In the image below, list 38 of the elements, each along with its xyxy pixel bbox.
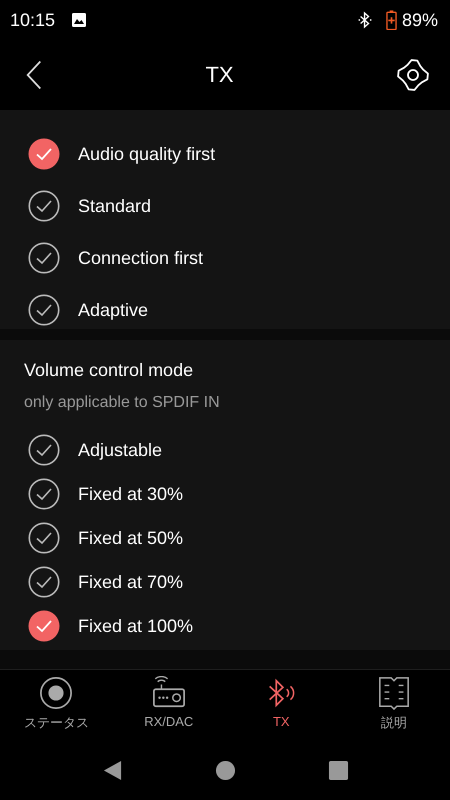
section-subtitle: only applicable to SPDIF IN bbox=[24, 394, 221, 412]
clock-time: 10:15 bbox=[10, 10, 56, 30]
check-circle-icon[interactable] bbox=[28, 566, 60, 598]
nav-tab[interactable]: RX/DAC bbox=[112, 670, 225, 740]
screen-title: TX bbox=[205, 62, 234, 88]
nav-tab[interactable]: TX bbox=[225, 670, 338, 740]
checked-circle-icon[interactable] bbox=[28, 610, 60, 642]
option-label[interactable]: Fixed at 70% bbox=[78, 572, 184, 592]
nav-tab[interactable]: 説明 bbox=[338, 670, 450, 740]
checked-circle-icon[interactable] bbox=[28, 138, 60, 170]
section-title: Volume control mode bbox=[24, 360, 194, 381]
battery-level: 89% bbox=[402, 10, 438, 30]
settings-icon[interactable] bbox=[396, 58, 430, 92]
back-triangle-icon[interactable] bbox=[102, 760, 122, 780]
check-circle-icon[interactable] bbox=[28, 522, 60, 554]
check-circle-icon[interactable] bbox=[28, 242, 60, 274]
option-label[interactable]: Audio quality first bbox=[78, 144, 216, 164]
option-label[interactable]: Fixed at 50% bbox=[78, 528, 184, 548]
option-label[interactable]: Connection first bbox=[78, 248, 204, 268]
home-circle-icon[interactable] bbox=[214, 760, 236, 780]
option-label[interactable]: Adaptive bbox=[78, 300, 148, 320]
battery-icon bbox=[386, 10, 397, 30]
option-label[interactable]: Fixed at 100% bbox=[78, 616, 194, 636]
option-label[interactable]: Standard bbox=[78, 196, 152, 216]
check-circle-icon[interactable] bbox=[28, 478, 60, 510]
option-label[interactable]: Adjustable bbox=[78, 440, 162, 460]
check-circle-icon[interactable] bbox=[28, 190, 60, 222]
radio-dot-icon bbox=[39, 676, 74, 710]
router-icon bbox=[152, 676, 186, 710]
recents-square-icon[interactable] bbox=[328, 760, 348, 780]
bluetooth-icon bbox=[358, 11, 372, 29]
back-icon[interactable] bbox=[25, 59, 43, 91]
check-circle-icon[interactable] bbox=[28, 294, 60, 326]
nav-tab[interactable]: ステータス bbox=[0, 670, 112, 740]
book-icon bbox=[376, 676, 411, 710]
check-circle-icon[interactable] bbox=[28, 434, 60, 466]
option-label[interactable]: Fixed at 30% bbox=[78, 484, 184, 504]
image-icon bbox=[71, 12, 88, 28]
